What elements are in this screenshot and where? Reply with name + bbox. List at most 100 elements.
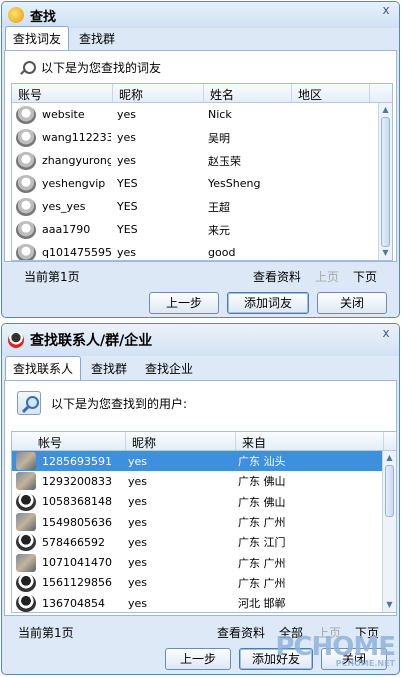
view-profile-link[interactable]: 查看资料: [253, 268, 301, 285]
column-header-nickname[interactable]: 昵称: [113, 84, 204, 102]
scroll-down-arrow-icon[interactable]: ▼: [383, 598, 396, 612]
table-row[interactable]: yes_yes YES 王超: [12, 195, 392, 218]
search-icon: [17, 391, 41, 415]
ghost-avatar-icon: [16, 197, 36, 216]
cell-name: Nick: [208, 108, 232, 121]
cell-account: wang1122334: [42, 131, 111, 144]
table-header: 帐号 昵称 来自: [12, 432, 396, 451]
back-button[interactable]: 上一步: [165, 648, 231, 670]
results-table: 账号 昵称 姓名 地区 website yes Nick wang1122334 yes…: [11, 83, 393, 261]
tab-find-friends[interactable]: 查找词友: [5, 26, 70, 50]
table-row[interactable]: website yes Nick: [12, 103, 392, 126]
qq-penguin-logo-icon: [8, 332, 24, 348]
scroll-up-arrow-icon[interactable]: ▲: [379, 103, 392, 117]
cell-account: 1549805636: [42, 515, 112, 529]
cell-name: 来元: [208, 223, 230, 237]
scroll-up-arrow-icon[interactable]: ▲: [383, 451, 396, 465]
results-panel: 以下是为您查找的词友 账号 昵称 姓名 地区 website yes Nick wan…: [4, 50, 397, 262]
penguin-avatar-icon: [16, 492, 36, 511]
tab-find-group[interactable]: 查找群: [83, 356, 135, 380]
current-page-label: 当前第1页: [24, 270, 80, 284]
add-friend-button[interactable]: 添加词友: [227, 292, 309, 314]
table-row[interactable]: 1285693591 yes 广东 汕头: [12, 451, 396, 472]
vertical-scrollbar[interactable]: ▲ ▼: [382, 451, 396, 612]
cell-nick: YES: [117, 223, 138, 236]
column-header-account[interactable]: 帐号: [12, 432, 126, 450]
watermark-brand: PCHOME: [275, 632, 396, 662]
column-header-region[interactable]: 地区: [292, 84, 370, 102]
view-profile-link[interactable]: 查看资料: [217, 624, 265, 641]
ghost-avatar-icon: [16, 243, 36, 260]
cell-account: zhangyurong: [42, 154, 111, 167]
cell-account: 1071041470: [42, 556, 112, 570]
window-title: 查找: [30, 9, 57, 25]
penguin-avatar-icon: [16, 594, 36, 612]
cell-nick: yes: [128, 454, 148, 468]
cell-account: 1058368148: [42, 495, 112, 509]
scrollbar-thumb[interactable]: [381, 117, 390, 247]
cell-nick: yes: [128, 535, 148, 549]
penguin-avatar-icon: [16, 573, 36, 592]
table-row[interactable]: 1071041470 yes 广东 广州: [12, 552, 396, 572]
tab-find-enterprise[interactable]: 查找企业: [137, 356, 201, 380]
photo-avatar-icon: [16, 472, 36, 491]
tab-strip: 查找词友 查找群: [2, 26, 399, 50]
tab-find-group[interactable]: 查找群: [71, 26, 123, 50]
table-row[interactable]: 1058368148 yes 广东 佛山: [12, 492, 396, 512]
cell-account: 136704854: [42, 596, 105, 610]
next-page-link[interactable]: 下页: [353, 268, 377, 285]
cell-nick: yes: [117, 131, 137, 144]
window-title: 查找联系人/群/企业: [30, 333, 153, 349]
cell-from: 河北 邯郸: [238, 597, 286, 611]
table-body: website yes Nick wang1122334 yes 吴明 zhangyuron…: [12, 103, 392, 260]
cell-from: 广东 广州: [238, 556, 286, 570]
hint-row: 以下是为您查找到的用户:: [5, 381, 396, 419]
table-row[interactable]: 1293200833 yes 广东 佛山: [12, 471, 396, 491]
cell-from: 广东 广州: [238, 516, 286, 530]
hint-row: 以下是为您查找的词友: [5, 51, 396, 80]
cell-account: 1561129856: [42, 576, 112, 590]
table-header: 账号 昵称 姓名 地区: [12, 84, 392, 103]
cell-nick: yes: [117, 154, 137, 167]
results-panel: 以下是为您查找到的用户: 帐号 昵称 来自 1285693591 yes 广东 汕头…: [4, 380, 397, 616]
hint-text: 以下是为您查找到的用户:: [51, 396, 188, 411]
find-contacts-window: 查找联系人/群/企业 x 查找联系人 查找群 查找企业 以下是为您查找到的用户:…: [1, 323, 400, 675]
cell-from: 广东 广州: [238, 576, 286, 590]
table-row[interactable]: 136704854 yes 河北 邯郸: [12, 593, 396, 612]
table-row[interactable]: 1561129856 yes 广东 广州: [12, 573, 396, 593]
scroll-down-arrow-icon[interactable]: ▼: [379, 246, 392, 260]
column-header-nickname[interactable]: 昵称: [126, 432, 236, 450]
column-header-name[interactable]: 姓名: [204, 84, 292, 102]
table-row[interactable]: q1014755959 yes good: [12, 241, 392, 260]
table-row[interactable]: wang1122334 yes 吴明: [12, 126, 392, 149]
photo-avatar-icon: [16, 452, 36, 471]
table-row[interactable]: yeshengvip YES YesSheng: [12, 172, 392, 195]
scrollbar-thumb[interactable]: [385, 465, 394, 517]
find-friends-window: 查找 x 查找词友 查找群 以下是为您查找的词友 账号 昵称 姓名 地区 web…: [1, 1, 400, 318]
ghost-avatar-icon: [16, 174, 36, 193]
cell-nick: yes: [128, 495, 148, 509]
table-row[interactable]: zhangyurong yes 赵玉荣: [12, 149, 392, 172]
prev-page-link[interactable]: 上页: [315, 268, 339, 285]
cell-nick: YES: [117, 200, 138, 213]
ghost-avatar-icon: [16, 128, 36, 147]
close-icon[interactable]: x: [376, 326, 396, 342]
results-table: 帐号 昵称 来自 1285693591 yes 广东 汕头 1293200833 yes…: [11, 431, 397, 613]
column-header-account[interactable]: 账号: [12, 84, 113, 102]
tab-find-contacts[interactable]: 查找联系人: [5, 356, 82, 380]
close-button[interactable]: 关闭: [317, 292, 387, 314]
close-icon[interactable]: x: [376, 3, 396, 19]
tab-strip: 查找联系人 查找群 查找企业: [2, 356, 399, 380]
cell-from: 广东 佛山: [238, 475, 286, 489]
title-bar: 查找联系人/群/企业: [2, 324, 399, 356]
vertical-scrollbar[interactable]: ▲ ▼: [378, 103, 392, 260]
column-header-from[interactable]: 来自: [236, 432, 384, 450]
table-row[interactable]: 1549805636 yes 广东 广州: [12, 512, 396, 532]
cell-name: good: [208, 246, 236, 259]
table-row[interactable]: 578466592 yes 广东 江门: [12, 532, 396, 552]
table-row[interactable]: aaa1790 YES 来元: [12, 218, 392, 241]
back-button[interactable]: 上一步: [149, 292, 219, 314]
cell-account: aaa1790: [42, 223, 91, 236]
cell-nick: yes: [117, 108, 137, 121]
cell-account: 1285693591: [42, 454, 112, 468]
